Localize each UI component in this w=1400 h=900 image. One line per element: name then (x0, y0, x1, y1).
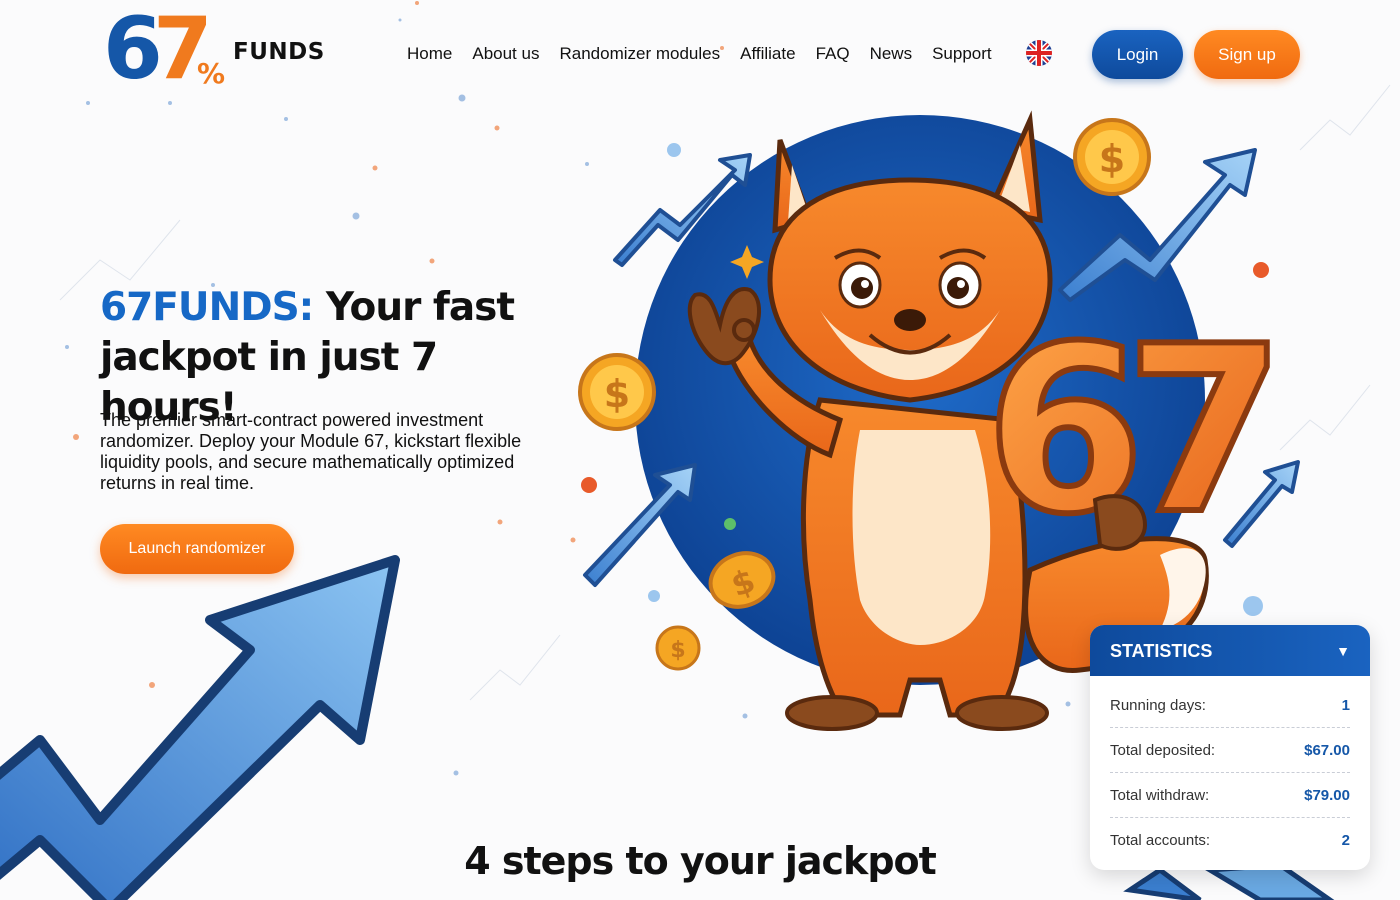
hero-description: The premier smart-contract powered inves… (100, 410, 522, 493)
logo-percent: % (197, 57, 226, 90)
coin-icon: $ (1073, 118, 1151, 196)
main-nav: Home About us Randomizer modules Affilia… (407, 44, 992, 64)
stat-row-total-withdraw: Total withdraw: $79.00 (1110, 773, 1350, 818)
stat-label: Total withdraw: (1110, 786, 1210, 804)
site-logo[interactable]: 6 7 % FUNDS (103, 6, 324, 95)
hero-brand: 67FUNDS: (100, 285, 314, 330)
statistics-panel: STATISTICS ▼ Running days: 1 Total depos… (1090, 625, 1370, 870)
stat-label: Running days: (1110, 696, 1206, 714)
statistics-title: STATISTICS (1110, 640, 1213, 661)
stat-label: Total deposited: (1110, 741, 1216, 759)
caret-down-icon[interactable]: ▼ (1336, 644, 1350, 658)
signup-button[interactable]: Sign up (1194, 30, 1300, 79)
stat-row-running-days: Running days: 1 (1110, 683, 1350, 728)
svg-text:$: $ (604, 372, 630, 416)
nav-about-us[interactable]: About us (472, 44, 539, 64)
nav-affiliate[interactable]: Affiliate (740, 44, 795, 64)
stat-value: $67.00 (1304, 741, 1350, 759)
nav-faq[interactable]: FAQ (816, 44, 850, 64)
nav-support[interactable]: Support (932, 44, 992, 64)
nav-news[interactable]: News (870, 44, 913, 64)
uk-flag-icon[interactable] (1026, 40, 1052, 66)
statistics-header[interactable]: STATISTICS ▼ (1090, 625, 1370, 676)
logo-digit-six: 6 (103, 0, 163, 99)
login-button[interactable]: Login (1092, 30, 1183, 79)
steps-section-title: 4 steps to your jackpot (464, 839, 937, 883)
svg-text:$: $ (1099, 137, 1125, 181)
logo-wordmark: FUNDS (233, 39, 325, 65)
nav-home[interactable]: Home (407, 44, 452, 64)
stat-value: $79.00 (1304, 786, 1350, 804)
nav-randomizer-modules[interactable]: Randomizer modules (559, 44, 720, 64)
stat-row-total-deposited: Total deposited: $67.00 (1110, 728, 1350, 773)
svg-text:$: $ (670, 638, 685, 663)
stat-value: 1 (1341, 696, 1350, 714)
